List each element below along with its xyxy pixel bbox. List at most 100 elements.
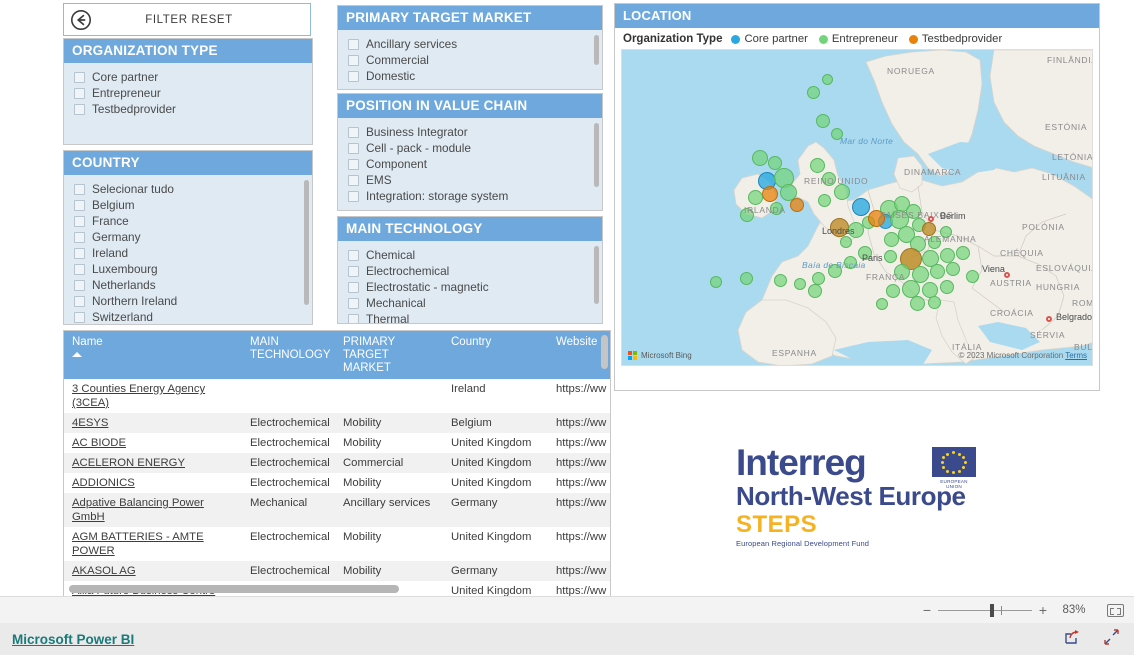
map-bubble-testbedprovider[interactable] [830,218,849,237]
checkbox[interactable] [348,297,359,309]
cell-name[interactable]: 4ESYS [64,413,242,433]
checkbox[interactable] [74,295,85,307]
slicer-item-northern-ireland[interactable]: Northern Ireland [74,293,308,309]
map-bubble[interactable] [828,264,842,278]
checkbox[interactable] [348,190,359,202]
map-bubble[interactable] [822,74,833,85]
checkbox[interactable] [74,263,85,275]
slicer-item-core-partner[interactable]: Core partner [74,69,308,85]
slicer-item-thermal[interactable]: Thermal [348,311,598,323]
map-bubble[interactable] [956,246,970,260]
cell-website[interactable]: https://ww [548,561,610,581]
checkbox[interactable] [74,247,85,259]
cell-website[interactable]: https://ww [548,379,610,413]
slicer-item-testbedprovider[interactable]: Testbedprovider [74,101,308,117]
slicer-item-entrepreneur[interactable]: Entrepreneur [74,85,308,101]
checkbox[interactable] [348,54,359,66]
map-bubble[interactable] [774,274,787,287]
slicer-item-france[interactable]: France [74,213,308,229]
slicer-item-switzerland[interactable]: Switzerland [74,309,308,324]
column-header-country[interactable]: Country [443,331,548,379]
map-bubble[interactable] [816,114,830,128]
checkbox[interactable] [74,71,85,83]
legend-item-core-partner[interactable]: Core partner [731,33,808,45]
slicer-item-chemical[interactable]: Chemical [348,247,598,263]
org-link[interactable]: ACELERON ENERGY [72,457,185,469]
map-bubble[interactable] [822,172,836,186]
org-link[interactable]: ADDIONICS [72,477,135,489]
table-row[interactable]: Adpative Balancing Power GmbH Mechanical… [64,493,610,527]
cell-name[interactable]: Adpative Balancing Power GmbH [64,493,242,527]
map-bubble[interactable] [810,158,825,173]
map-bubble-core-partner[interactable] [852,198,870,216]
legend-item-testbedprovider[interactable]: Testbedprovider [908,33,1002,45]
checkbox[interactable] [348,249,359,261]
map-bubble[interactable] [940,280,954,294]
terms-link[interactable]: Terms [1065,351,1087,360]
slicer-item-component[interactable]: Component [348,156,598,172]
map-bubble[interactable] [928,296,941,309]
zoom-slider-thumb[interactable] [990,603,994,617]
map-canvas[interactable]: NORUEGA FINLÂNDIA ESTÓNIA LETÓNIA LITUÂN… [621,49,1093,366]
cell-website[interactable]: https://ww [548,413,610,433]
table-horizontal-scrollbar[interactable] [69,585,399,593]
map-bubble[interactable] [840,236,852,248]
table-row[interactable]: 3 Counties Energy Agency (3CEA) Ireland … [64,379,610,413]
slicer-body[interactable]: Ancillary services Commercial Domestic [338,30,602,89]
checkbox[interactable] [348,126,359,138]
slicer-item-electrochemical[interactable]: Electrochemical [348,263,598,279]
checkbox[interactable] [74,103,85,115]
checkbox[interactable] [348,142,359,154]
slicer-item-netherlands[interactable]: Netherlands [74,277,308,293]
map-bubble[interactable] [740,272,753,285]
map-bubble[interactable] [884,232,899,247]
map-bubble[interactable] [807,86,820,99]
slicer-item-ancillary-services[interactable]: Ancillary services [348,36,598,52]
slicer-scrollbar[interactable] [594,123,599,205]
map-bubble[interactable] [794,278,806,290]
legend-item-entrepreneur[interactable]: Entrepreneur [818,33,898,45]
map-bubble[interactable] [966,270,979,283]
checkbox[interactable] [74,279,85,291]
map-bubble[interactable] [940,226,952,238]
checkbox[interactable] [348,158,359,170]
map-bubble[interactable] [858,246,872,260]
zoom-out-button[interactable]: − [919,602,935,618]
map-bubble[interactable] [906,204,921,219]
filter-reset-button[interactable]: FILTER RESET [63,3,311,36]
map-bubble-testbedprovider[interactable] [762,186,778,202]
column-header-main-technology[interactable]: MAIN TECHNOLOGY [242,331,335,379]
cell-website[interactable]: https://ww [548,433,610,453]
fit-to-page-icon[interactable] [1107,603,1124,617]
map-bubble[interactable] [770,202,783,215]
checkbox[interactable] [348,174,359,186]
share-icon[interactable] [1064,629,1081,650]
map-bubble[interactable] [752,150,768,166]
map-bubble[interactable] [818,194,831,207]
slicer-item-select-all[interactable]: Selecionar tudo [74,181,308,197]
checkbox[interactable] [348,265,359,277]
checkbox[interactable] [74,231,85,243]
slicer-item-germany[interactable]: Germany [74,229,308,245]
table-row[interactable]: AGM BATTERIES - AMTE POWER Electrochemic… [64,527,610,561]
column-header-primary-target-market[interactable]: PRIMARY TARGET MARKET [335,331,443,379]
map-bubble-testbedprovider[interactable] [922,222,936,236]
checkbox[interactable] [348,313,359,323]
org-link[interactable]: AGM BATTERIES - AMTE POWER [72,531,204,557]
org-link[interactable]: Adpative Balancing Power GmbH [72,497,204,523]
org-link[interactable]: 3 Counties Energy Agency (3CEA) [72,383,205,409]
slicer-item-belgium[interactable]: Belgium [74,197,308,213]
org-link[interactable]: AC BIODE [72,437,126,449]
map-bubble[interactable] [928,236,941,249]
table-row[interactable]: AC BIODE Electrochemical Mobility United… [64,433,610,453]
slicer-item-commercial[interactable]: Commercial [348,52,598,68]
map-bubble[interactable] [808,284,822,298]
map-bubble[interactable] [740,208,754,222]
slicer-item-integration-storage-system[interactable]: Integration: storage system [348,188,598,204]
map-bubble[interactable] [876,298,888,310]
zoom-control[interactable]: − + 83% [919,602,1134,618]
slicer-item-mechanical[interactable]: Mechanical [348,295,598,311]
checkbox[interactable] [74,87,85,99]
slicer-body[interactable]: Selecionar tudo Belgium France Germany I… [64,175,312,324]
map-bubble[interactable] [910,296,925,311]
